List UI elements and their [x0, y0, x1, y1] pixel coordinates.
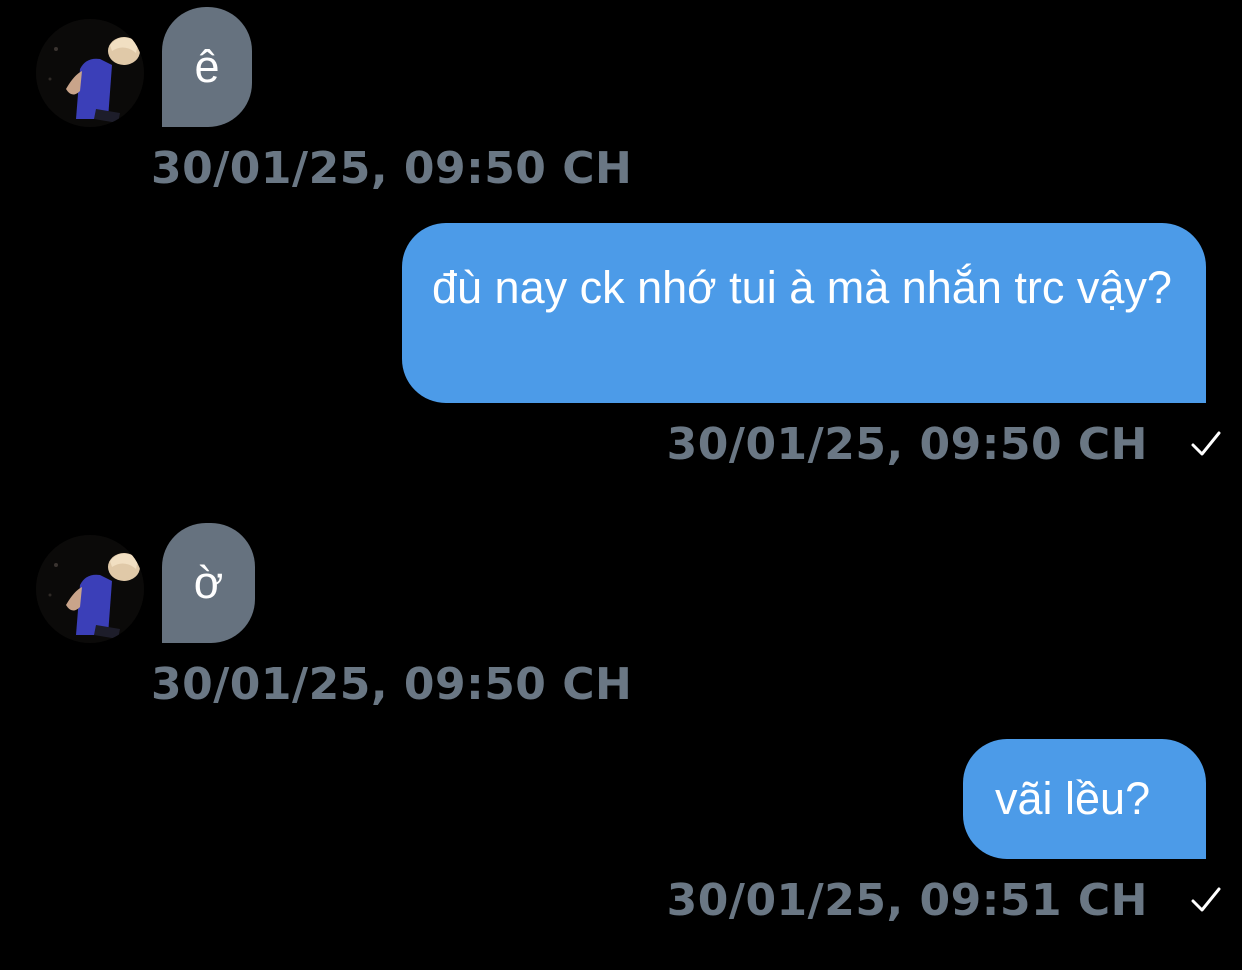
incoming-message-bubble[interactable]: ờ — [162, 523, 255, 643]
contact-avatar[interactable] — [36, 19, 144, 127]
chat-thread: ê 30/01/25, 09:50 CH đù nay ck nhớ tui à… — [0, 0, 1242, 970]
check-icon — [1190, 884, 1222, 921]
incoming-message-bubble[interactable]: ê — [162, 7, 252, 127]
check-icon — [1190, 428, 1222, 465]
message-timestamp: 30/01/25, 09:51 CH — [666, 875, 1148, 926]
contact-avatar[interactable] — [36, 535, 144, 643]
message-timestamp: 30/01/25, 09:50 CH — [666, 419, 1148, 470]
outgoing-message-bubble[interactable]: đù nay ck nhớ tui à mà nhắn trc vậy? — [402, 223, 1206, 403]
message-timestamp: 30/01/25, 09:50 CH — [151, 143, 633, 194]
outgoing-message-bubble[interactable]: vãi lều? — [963, 739, 1206, 859]
message-timestamp: 30/01/25, 09:50 CH — [151, 659, 633, 710]
